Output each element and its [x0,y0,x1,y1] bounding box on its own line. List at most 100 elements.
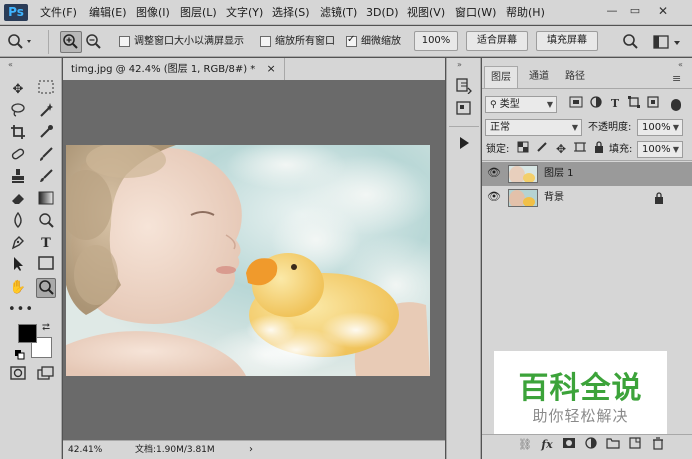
workspace-switcher-icon[interactable] [652,33,686,51]
new-layer-icon[interactable] [627,437,643,453]
new-group-folder-icon[interactable] [605,437,621,453]
zoom-tool-selected-icon[interactable] [36,278,56,298]
menu-3d[interactable]: 3D(D) [366,0,399,25]
edit-toolbar-icon[interactable]: ••• [8,300,33,320]
actions-play-icon[interactable] [457,136,471,150]
layer-name[interactable]: 图层 1 [544,162,574,186]
zoom-in-icon[interactable] [60,31,82,53]
document-tab-row: timg.jpg @ 42.4% (图层 1, RGB/8#) * × [63,58,445,80]
close-button[interactable]: ✕ [655,3,671,19]
menu-image[interactable]: 图像(I) [136,0,170,25]
panels-expand-icon[interactable]: » [457,60,462,69]
status-menu-arrow-icon[interactable]: › [249,441,253,459]
path-selection-tool-icon[interactable] [8,256,28,276]
magic-wand-tool-icon[interactable] [36,102,56,122]
menu-layer[interactable]: 图层(L) [180,0,217,25]
filter-pixel-icon[interactable] [568,96,584,112]
menu-edit[interactable]: 编辑(E) [89,0,127,25]
filter-smart-object-icon[interactable] [645,96,661,112]
quick-mask-icon[interactable] [8,366,28,386]
dodge-tool-icon[interactable] [36,212,56,232]
properties-panel-icon[interactable] [455,100,473,116]
history-panel-icon[interactable] [455,78,473,95]
fit-screen-button[interactable]: 适合屏幕 [466,31,528,51]
lasso-tool-icon[interactable] [8,102,28,122]
document-size-readout: 文档:1.90M/3.81M [135,445,215,455]
zoom-out-icon[interactable] [84,32,104,52]
type-tool-icon[interactable]: T [36,234,56,254]
lock-image-pixels-icon[interactable] [534,141,550,157]
layer-name[interactable]: 背景 [544,186,564,210]
menu-view[interactable]: 视图(V) [407,0,445,25]
eraser-tool-icon[interactable] [8,190,28,210]
resize-windows-checkbox[interactable] [119,36,130,47]
fill-label: 填充: [609,144,633,155]
tab-layers[interactable]: 图层 [484,66,518,88]
zoom-tool-icon[interactable] [6,32,36,52]
visibility-eye-icon[interactable]: 👁 [487,190,501,203]
search-icon[interactable] [622,33,640,51]
menu-file[interactable]: 文件(F) [40,0,77,25]
menu-select[interactable]: 选择(S) [272,0,310,25]
zoom-all-windows-checkbox[interactable] [260,36,271,47]
add-mask-icon[interactable] [561,437,577,453]
filter-shape-icon[interactable] [626,96,642,112]
link-layers-icon[interactable]: ⛓ [517,437,533,453]
zoom-100-button[interactable]: 100% [414,31,458,51]
new-adjustment-layer-icon[interactable] [583,437,599,453]
filter-adjustment-icon[interactable] [588,96,604,112]
zoom-level-readout[interactable]: 42.41% [68,441,102,459]
tab-paths[interactable]: 路径 [560,66,590,88]
filter-search-icon: ⚲ [490,100,497,110]
filter-toggle-icon[interactable] [671,99,681,111]
blend-mode-select[interactable]: 正常 ▼ [485,119,582,136]
filter-type-icon[interactable]: T [607,96,623,112]
marquee-tool-icon[interactable] [36,80,56,100]
panel-collapse-icon[interactable]: « [678,60,683,69]
scrubby-zoom-checkbox[interactable] [346,34,357,47]
visibility-eye-icon[interactable]: 👁 [487,166,501,179]
lock-all-icon[interactable] [591,141,607,157]
lock-transparent-pixels-icon[interactable] [515,141,531,157]
layer-filter-value: 类型 [499,99,520,110]
eyedropper-tool-icon[interactable] [36,124,56,144]
screen-mode-icon[interactable] [36,366,56,386]
hand-tool-icon[interactable]: ✋ [8,278,28,298]
healing-brush-tool-icon[interactable] [8,146,28,166]
gradient-tool-icon[interactable] [36,190,56,210]
rectangle-tool-icon[interactable] [36,256,56,276]
clone-stamp-tool-icon[interactable] [8,168,28,188]
document-tab[interactable]: timg.jpg @ 42.4% (图层 1, RGB/8#) * × [63,58,285,80]
close-tab-icon[interactable]: × [266,62,275,75]
menu-filter[interactable]: 滤镜(T) [320,0,357,25]
minimize-button[interactable]: — [604,3,620,19]
restore-button[interactable]: ▭ [627,3,643,19]
lock-position-icon[interactable]: ✥ [553,141,569,157]
crop-tool-icon[interactable] [8,124,28,144]
fill-screen-button[interactable]: 填充屏幕 [536,31,598,51]
default-colors-icon[interactable] [15,350,25,360]
watermark-title: 百科全说 [518,371,643,406]
delete-layer-trash-icon[interactable] [650,437,666,453]
pen-tool-icon[interactable] [8,234,28,254]
panel-menu-icon[interactable]: ≡ [672,72,681,85]
layer-row-background[interactable]: 👁 背景 [482,186,692,210]
menu-help[interactable]: 帮助(H) [506,0,545,25]
blur-tool-icon[interactable] [8,211,28,232]
move-tool-icon[interactable]: ✥ [8,80,28,100]
tab-channels[interactable]: 通道 [524,66,554,88]
swap-colors-icon[interactable]: ⮂ [42,322,50,333]
brush-tool-icon[interactable] [36,146,56,166]
menu-window[interactable]: 窗口(W) [455,0,496,25]
layer-filter-select[interactable]: ⚲ 类型 ▼ [485,96,557,113]
menu-type[interactable]: 文字(Y) [226,0,263,25]
history-brush-tool-icon[interactable] [36,168,56,188]
opacity-field[interactable]: 100% ▼ [637,119,683,136]
layer-row-layer1[interactable]: 👁 图层 1 [482,162,692,186]
layer-style-fx-icon[interactable]: fx [539,437,555,453]
toolbar-collapse-icon[interactable]: « [8,60,13,69]
document-image[interactable] [66,145,430,376]
fill-field[interactable]: 100% ▼ [637,141,683,158]
foreground-color-swatch[interactable] [18,324,37,343]
lock-artboard-icon[interactable] [572,141,588,157]
